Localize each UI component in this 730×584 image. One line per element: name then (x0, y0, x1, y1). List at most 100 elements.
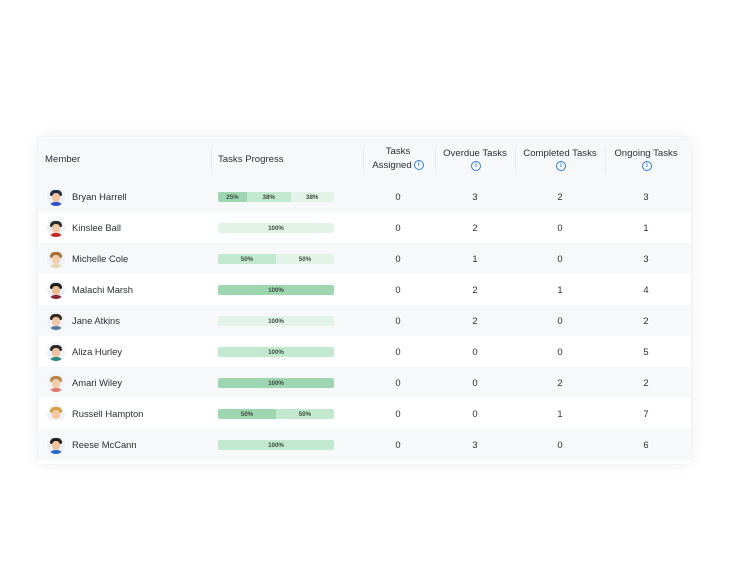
member-cell: Amari Wiley (38, 367, 208, 398)
progress-segment: 38% (290, 192, 334, 202)
tasks-assigned-cell: 0 (395, 222, 401, 233)
completed-tasks-cell: 0 (557, 253, 563, 264)
col-header-ongoing[interactable]: Ongoing Tasks i (605, 137, 687, 181)
progress-segment: 100% (218, 316, 334, 326)
avatar-face (52, 254, 60, 264)
progress-segment: 100% (218, 285, 334, 295)
info-icon[interactable]: i (556, 161, 566, 171)
col-header-progress-label: Tasks Progress (218, 153, 284, 165)
member-name[interactable]: Russell Hampton (72, 408, 143, 419)
avatar-face (52, 316, 60, 326)
col-header-progress[interactable]: Tasks Progress (211, 137, 368, 181)
avatar-shirt (49, 263, 63, 268)
ongoing-tasks-cell: 5 (643, 346, 649, 357)
col-header-member-label: Member (45, 153, 81, 165)
col-header-overdue[interactable]: Overdue Tasks i (435, 137, 515, 181)
member-name[interactable]: Amari Wiley (72, 377, 122, 388)
table-row[interactable]: Aliza Hurley 100% 0 0 0 5 (38, 336, 691, 367)
member-name[interactable]: Michelle Cole (72, 253, 128, 264)
tasks-progress-bar: 100% (218, 347, 334, 357)
table-row[interactable]: Amari Wiley 100% 0 0 2 2 (38, 367, 691, 398)
col-header-assigned-line2: Assigned (372, 160, 412, 171)
info-icon[interactable]: i (642, 161, 652, 171)
table-row[interactable]: Bryan Harrell 25% 38% 38% 0 3 2 3 (38, 181, 691, 212)
col-header-completed-label: Completed Tasks (523, 148, 597, 159)
ongoing-tasks-cell: 4 (643, 284, 649, 295)
avatar-face (52, 347, 60, 357)
progress-segment: 50% (218, 254, 276, 264)
ongoing-tasks-cell: 3 (643, 191, 649, 202)
tasks-progress-bar: 100% (218, 223, 334, 233)
header-divider (605, 147, 606, 171)
table-row[interactable]: Malachi Marsh 100% 0 2 1 4 (38, 274, 691, 305)
ongoing-tasks-cell: 2 (643, 377, 649, 388)
avatar-shirt (49, 387, 63, 392)
avatar (47, 435, 65, 454)
member-name[interactable]: Bryan Harrell (72, 191, 127, 202)
member-cell: Reese McCann (38, 429, 208, 460)
avatar (47, 218, 65, 237)
member-name[interactable]: Kinslee Ball (72, 222, 121, 233)
tasks-progress-bar: 100% (218, 440, 334, 450)
header-divider (211, 147, 212, 171)
table-row[interactable]: Reese McCann 100% 0 3 0 6 (38, 429, 691, 460)
table-header: Member Tasks Progress Tasks Assigned i Ov… (38, 137, 691, 181)
ongoing-tasks-cell: 1 (643, 222, 649, 233)
tasks-assigned-cell: 0 (395, 284, 401, 295)
table-row[interactable]: Kinslee Ball 100% 0 2 0 1 (38, 212, 691, 243)
avatar-shirt (49, 232, 63, 237)
tasks-assigned-cell: 0 (395, 346, 401, 357)
member-name[interactable]: Reese McCann (72, 439, 137, 450)
avatar-face (52, 378, 60, 388)
avatar-shirt (49, 201, 63, 206)
completed-tasks-cell: 2 (557, 191, 563, 202)
avatar (47, 404, 65, 423)
overdue-tasks-cell: 2 (472, 284, 478, 295)
overdue-tasks-cell: 3 (472, 191, 478, 202)
tasks-assigned-cell: 0 (395, 315, 401, 326)
member-cell: Michelle Cole (38, 243, 208, 274)
header-divider (435, 147, 436, 171)
completed-tasks-cell: 0 (557, 315, 563, 326)
col-header-overdue-label: Overdue Tasks (443, 148, 507, 159)
overdue-tasks-cell: 0 (472, 346, 478, 357)
avatar-shirt (49, 356, 63, 361)
completed-tasks-cell: 0 (557, 439, 563, 450)
completed-tasks-cell: 0 (557, 222, 563, 233)
info-icon[interactable]: i (471, 161, 481, 171)
avatar (47, 311, 65, 330)
avatar-face (52, 440, 60, 450)
col-header-ongoing-label: Ongoing Tasks (614, 148, 678, 159)
overdue-tasks-cell: 0 (472, 377, 478, 388)
member-name[interactable]: Malachi Marsh (72, 284, 133, 295)
avatar-face (52, 409, 60, 419)
avatar (47, 249, 65, 268)
progress-segment: 50% (276, 409, 334, 419)
info-icon[interactable]: i (413, 160, 424, 171)
progress-segment: 100% (218, 440, 334, 450)
member-name[interactable]: Aliza Hurley (72, 346, 122, 357)
overdue-tasks-cell: 3 (472, 439, 478, 450)
avatar (47, 342, 65, 361)
overdue-tasks-cell: 1 (472, 253, 478, 264)
member-cell: Jane Atkins (38, 305, 208, 336)
avatar-shirt (49, 449, 63, 454)
team-tasks-table: Member Tasks Progress Tasks Assigned i Ov… (38, 137, 691, 460)
col-header-assigned[interactable]: Tasks Assigned i (363, 137, 433, 181)
col-header-member[interactable]: Member (38, 137, 213, 181)
table-row[interactable]: Jane Atkins 100% 0 2 0 2 (38, 305, 691, 336)
member-cell: Malachi Marsh (38, 274, 208, 305)
member-cell: Kinslee Ball (38, 212, 208, 243)
member-name[interactable]: Jane Atkins (72, 315, 120, 326)
table-row[interactable]: Michelle Cole 50% 50% 0 1 0 3 (38, 243, 691, 274)
completed-tasks-cell: 1 (557, 408, 563, 419)
tasks-progress-bar: 25% 38% 38% (218, 192, 334, 202)
progress-segment: 25% (218, 192, 247, 202)
col-header-completed[interactable]: Completed Tasks i (515, 137, 605, 181)
tasks-assigned-cell: 0 (395, 253, 401, 264)
table-row[interactable]: Russell Hampton 50% 50% 0 0 1 7 (38, 398, 691, 429)
avatar-shirt (49, 294, 63, 299)
completed-tasks-cell: 2 (557, 377, 563, 388)
table-body: Bryan Harrell 25% 38% 38% 0 3 2 3 Kinslee Ball 10… (38, 181, 691, 460)
avatar-shirt (49, 418, 63, 423)
